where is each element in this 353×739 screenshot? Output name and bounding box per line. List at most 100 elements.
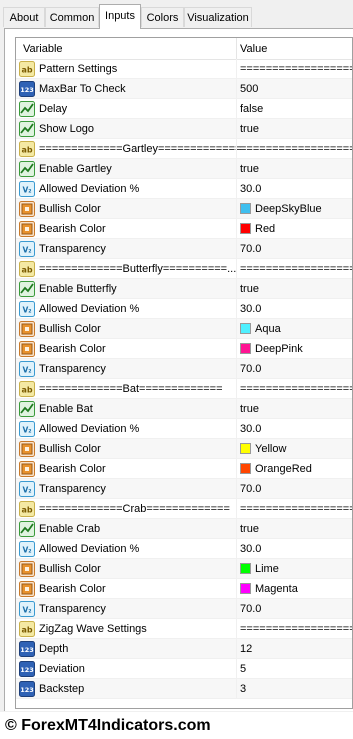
variable-cell[interactable]: 123 MaxBar To Check	[16, 79, 236, 99]
variable-cell[interactable]: ab ZigZag Wave Settings	[16, 619, 236, 639]
input-row[interactable]: V₂ Transparency 70.0	[16, 479, 352, 499]
input-row[interactable]: Bullish Color Lime	[16, 559, 352, 579]
value-cell[interactable]: true	[236, 119, 352, 139]
input-row[interactable]: ab ZigZag Wave Settings ==================…	[16, 619, 352, 639]
value-cell[interactable]: Lime	[236, 559, 352, 579]
input-row[interactable]: 123 Deviation 5	[16, 659, 352, 679]
value-cell[interactable]: 30.0	[236, 299, 352, 319]
input-row[interactable]: V₂ Transparency 70.0	[16, 239, 352, 259]
value-cell[interactable]: true	[236, 399, 352, 419]
input-row[interactable]: V₂ Allowed Deviation % 30.0	[16, 299, 352, 319]
value-cell[interactable]: =====================	[236, 59, 352, 79]
variable-cell[interactable]: Bearish Color	[16, 579, 236, 599]
input-row[interactable]: Enable Crab true	[16, 519, 352, 539]
value-cell[interactable]: =====================	[236, 139, 352, 159]
variable-cell[interactable]: Show Logo	[16, 119, 236, 139]
input-row[interactable]: V₂ Transparency 70.0	[16, 599, 352, 619]
variable-cell[interactable]: ab =============Butterfly==========...	[16, 259, 236, 279]
value-cell[interactable]: Magenta	[236, 579, 352, 599]
value-cell[interactable]: 5	[236, 659, 352, 679]
value-cell[interactable]: DeepSkyBlue	[236, 199, 352, 219]
value-cell[interactable]: Yellow	[236, 439, 352, 459]
variable-cell[interactable]: Bullish Color	[16, 559, 236, 579]
value-cell[interactable]: DeepPink	[236, 339, 352, 359]
input-row[interactable]: 123 Backstep 3	[16, 679, 352, 699]
value-cell[interactable]: =====================	[236, 619, 352, 639]
column-divider[interactable]	[236, 38, 237, 59]
input-row[interactable]: 123 Depth 12	[16, 639, 352, 659]
value-cell[interactable]: true	[236, 279, 352, 299]
input-row[interactable]: V₂ Allowed Deviation % 30.0	[16, 539, 352, 559]
column-header-variable[interactable]: Variable	[23, 43, 63, 55]
variable-cell[interactable]: V₂ Transparency	[16, 239, 236, 259]
input-row[interactable]: ab =============Crab============= ========…	[16, 499, 352, 519]
input-row[interactable]: Delay false	[16, 99, 352, 119]
variable-cell[interactable]: ab Pattern Settings	[16, 59, 236, 79]
variable-cell[interactable]: V₂ Transparency	[16, 599, 236, 619]
value-cell[interactable]: true	[236, 159, 352, 179]
tab-inputs[interactable]: Inputs	[99, 4, 141, 29]
tab-colors[interactable]: Colors	[141, 7, 184, 27]
tab-visualization[interactable]: Visualization	[184, 7, 252, 27]
input-row[interactable]: Enable Butterfly true	[16, 279, 352, 299]
input-row[interactable]: V₂ Allowed Deviation % 30.0	[16, 179, 352, 199]
variable-cell[interactable]: Delay	[16, 99, 236, 119]
input-row[interactable]: Bearish Color Red	[16, 219, 352, 239]
variable-cell[interactable]: 123 Depth	[16, 639, 236, 659]
variable-cell[interactable]: V₂ Transparency	[16, 479, 236, 499]
column-header-value[interactable]: Value	[240, 43, 267, 55]
variable-cell[interactable]: Enable Crab	[16, 519, 236, 539]
input-row[interactable]: Bearish Color OrangeRed	[16, 459, 352, 479]
input-row[interactable]: ab Pattern Settings =====================	[16, 59, 352, 79]
value-cell[interactable]: =====================	[236, 499, 352, 519]
input-row[interactable]: Enable Bat true	[16, 399, 352, 419]
variable-cell[interactable]: 123 Backstep	[16, 679, 236, 699]
variable-cell[interactable]: V₂ Allowed Deviation %	[16, 539, 236, 559]
value-cell[interactable]: 30.0	[236, 179, 352, 199]
variable-cell[interactable]: Bearish Color	[16, 219, 236, 239]
variable-cell[interactable]: Bullish Color	[16, 319, 236, 339]
value-cell[interactable]: 500	[236, 79, 352, 99]
variable-cell[interactable]: V₂ Allowed Deviation %	[16, 299, 236, 319]
value-cell[interactable]: 3	[236, 679, 352, 699]
value-cell[interactable]: 70.0	[236, 239, 352, 259]
variable-cell[interactable]: Enable Gartley	[16, 159, 236, 179]
value-cell[interactable]: 70.0	[236, 599, 352, 619]
input-row[interactable]: ab =============Butterfly==========... ===…	[16, 259, 352, 279]
value-cell[interactable]: 12	[236, 639, 352, 659]
value-cell[interactable]: Aqua	[236, 319, 352, 339]
input-row[interactable]: Bullish Color Yellow	[16, 439, 352, 459]
value-cell[interactable]: true	[236, 519, 352, 539]
tab-common[interactable]: Common	[45, 7, 99, 27]
variable-cell[interactable]: Bearish Color	[16, 459, 236, 479]
input-row[interactable]: Enable Gartley true	[16, 159, 352, 179]
variable-cell[interactable]: Bullish Color	[16, 439, 236, 459]
input-row[interactable]: V₂ Transparency 70.0	[16, 359, 352, 379]
value-cell[interactable]: false	[236, 99, 352, 119]
variable-cell[interactable]: V₂ Transparency	[16, 359, 236, 379]
value-cell[interactable]: =====================	[236, 379, 352, 399]
value-cell[interactable]: 70.0	[236, 359, 352, 379]
input-row[interactable]: 123 MaxBar To Check 500	[16, 79, 352, 99]
variable-cell[interactable]: Enable Butterfly	[16, 279, 236, 299]
variable-cell[interactable]: ab =============Gartley=============	[16, 139, 241, 159]
value-cell[interactable]: 70.0	[236, 479, 352, 499]
variable-cell[interactable]: V₂ Allowed Deviation %	[16, 179, 236, 199]
variable-cell[interactable]: Bearish Color	[16, 339, 236, 359]
variable-cell[interactable]: ab =============Bat=============	[16, 379, 236, 399]
input-row[interactable]: Bearish Color Magenta	[16, 579, 352, 599]
input-row[interactable]: Bullish Color DeepSkyBlue	[16, 199, 352, 219]
value-cell[interactable]: OrangeRed	[236, 459, 352, 479]
input-row[interactable]: ab =============Bat============= =========…	[16, 379, 352, 399]
tab-about[interactable]: About	[3, 7, 45, 27]
variable-cell[interactable]: ab =============Crab=============	[16, 499, 236, 519]
variable-cell[interactable]: V₂ Allowed Deviation %	[16, 419, 236, 439]
variable-cell[interactable]: Bullish Color	[16, 199, 236, 219]
input-row[interactable]: ab =============Gartley============= =====…	[16, 139, 352, 159]
variable-cell[interactable]: 123 Deviation	[16, 659, 236, 679]
input-row[interactable]: V₂ Allowed Deviation % 30.0	[16, 419, 352, 439]
value-cell[interactable]: 30.0	[236, 539, 352, 559]
input-row[interactable]: Bullish Color Aqua	[16, 319, 352, 339]
value-cell[interactable]: =====================	[236, 259, 352, 279]
variable-cell[interactable]: Enable Bat	[16, 399, 236, 419]
